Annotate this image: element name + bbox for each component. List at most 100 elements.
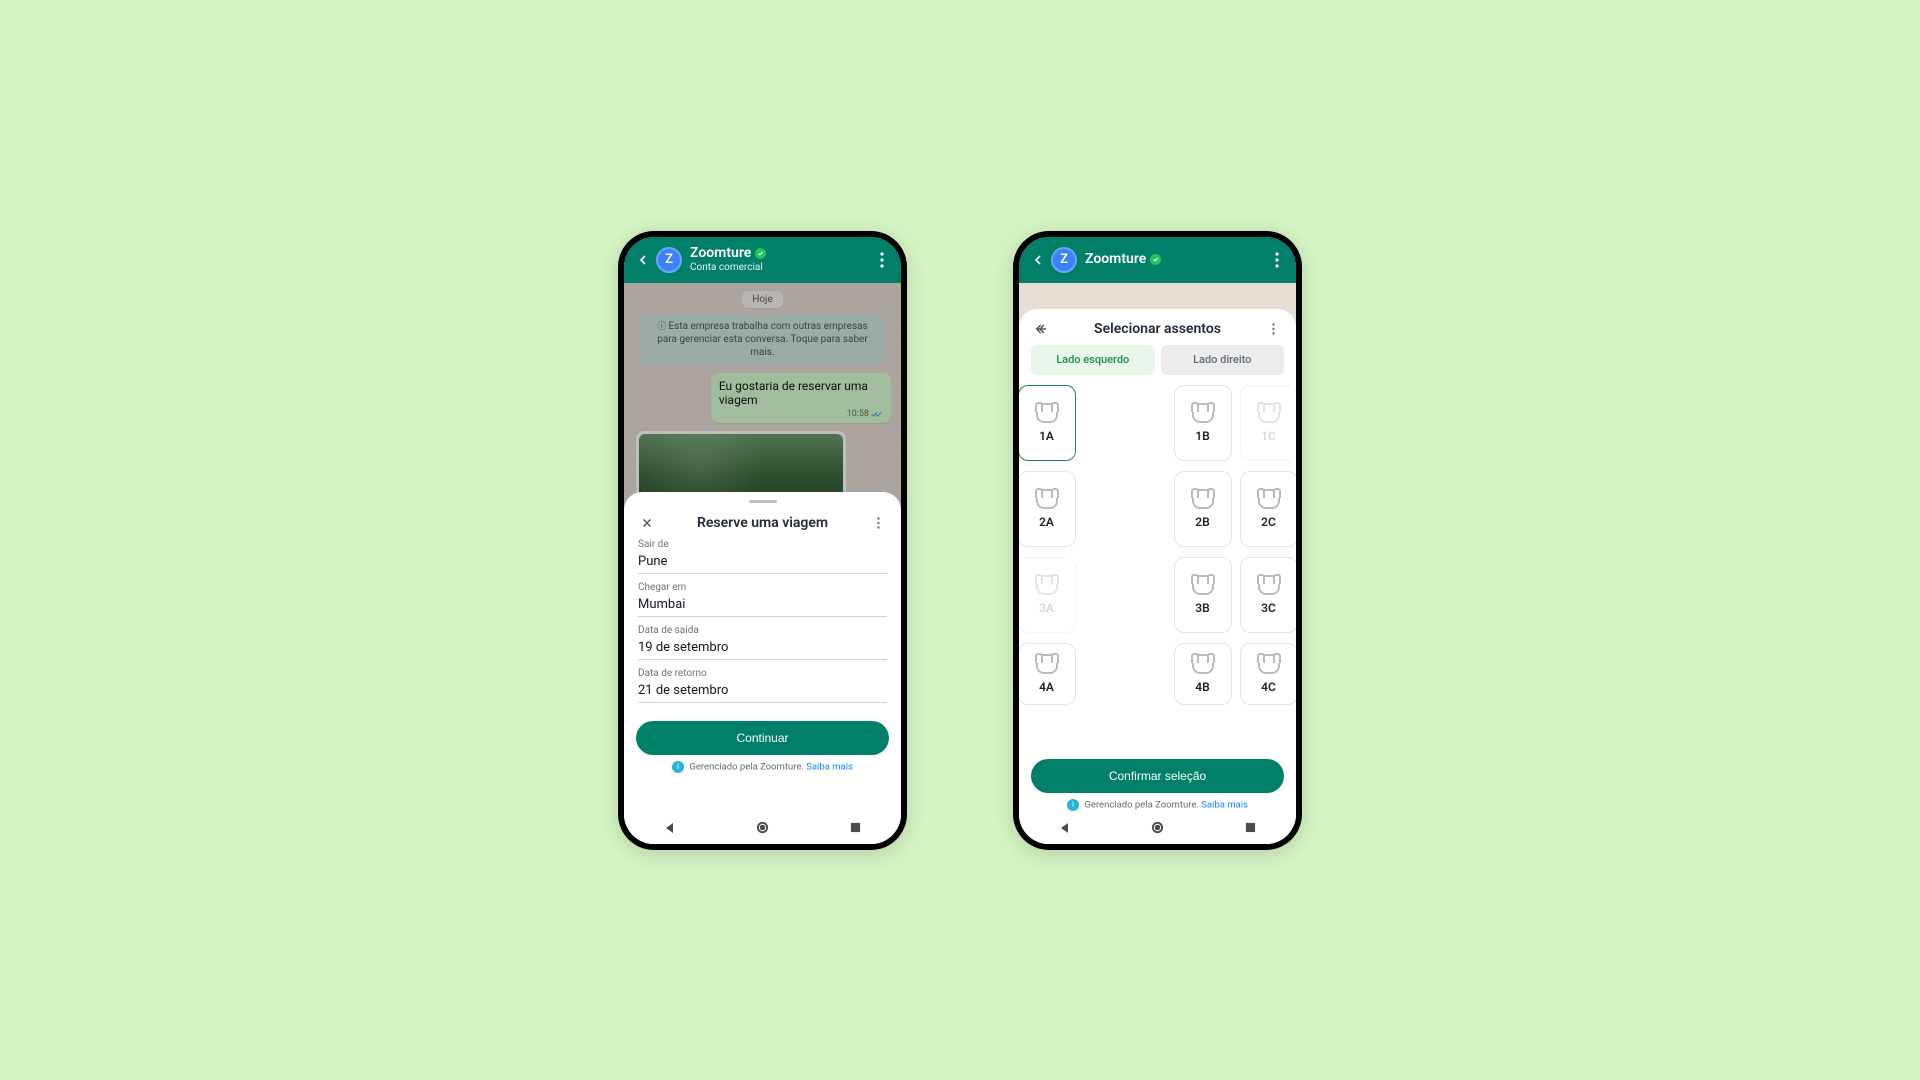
business-name: Zoomture bbox=[690, 246, 751, 261]
aisle bbox=[1084, 385, 1142, 461]
depart-from-value: Pune bbox=[638, 552, 887, 574]
depart-date-label: Data de saída bbox=[638, 625, 887, 636]
depart-date-field[interactable]: Data de saída 19 de setembro bbox=[638, 625, 887, 660]
seat-icon bbox=[1192, 489, 1214, 509]
avatar-initial: Z bbox=[665, 252, 673, 267]
return-date-value: 21 de setembro bbox=[638, 681, 887, 703]
seat-icon bbox=[1258, 575, 1280, 595]
circle-icon bbox=[1151, 821, 1164, 834]
continue-button-label: Continuar bbox=[736, 731, 788, 745]
triangle-left-icon bbox=[664, 822, 676, 834]
seat-2b[interactable]: 2B bbox=[1174, 471, 1232, 547]
confirm-button-label: Confirmar seleção bbox=[1109, 769, 1206, 783]
nav-back-button[interactable] bbox=[664, 822, 676, 834]
seat-2c[interactable]: 2C bbox=[1240, 471, 1297, 547]
seat-1b[interactable]: 1B bbox=[1174, 385, 1232, 461]
aisle-gap bbox=[1150, 643, 1166, 719]
seat-grid-scroll[interactable]: 1A 1B 1C bbox=[1019, 385, 1296, 753]
seat-label: 3A bbox=[1039, 601, 1054, 615]
more-vertical-icon bbox=[880, 252, 884, 268]
seat-1c: 1C bbox=[1240, 385, 1297, 461]
back-button[interactable] bbox=[1029, 252, 1047, 268]
back-button[interactable] bbox=[634, 252, 652, 268]
canvas: Z Zoomture Conta comercial Ho bbox=[0, 0, 1920, 1080]
nav-recent-button[interactable] bbox=[850, 822, 861, 833]
managed-by-row: i Gerenciado pela Zoomture. Saiba mais bbox=[624, 755, 901, 781]
managed-by-text: Gerenciado pela Zoomture. bbox=[689, 761, 804, 772]
seat-4b[interactable]: 4B bbox=[1174, 643, 1232, 705]
aisle-gap bbox=[1150, 557, 1166, 633]
tab-left-side[interactable]: Lado esquerdo bbox=[1031, 345, 1155, 375]
triangle-left-icon bbox=[1059, 822, 1071, 834]
sheet-more-button[interactable] bbox=[1262, 322, 1284, 336]
more-vertical-icon bbox=[877, 516, 880, 530]
info-icon: i bbox=[1067, 799, 1079, 811]
android-nav-bar bbox=[624, 812, 901, 844]
circle-icon bbox=[756, 821, 769, 834]
nav-home-button[interactable] bbox=[756, 821, 769, 834]
avatar-initial: Z bbox=[1060, 252, 1068, 267]
learn-more-link[interactable]: Saiba mais bbox=[1201, 799, 1248, 810]
nav-home-button[interactable] bbox=[1151, 821, 1164, 834]
sheet-header: Selecionar assentos bbox=[1019, 317, 1296, 343]
seat-label: 4C bbox=[1261, 680, 1276, 694]
booking-form: Sair de Pune Chegar em Mumbai Data de sa… bbox=[624, 537, 901, 715]
seat-3a: 3A bbox=[1019, 557, 1076, 633]
seat-label: 1C bbox=[1261, 429, 1276, 443]
phone-left-screen: Z Zoomture Conta comercial Ho bbox=[624, 237, 901, 844]
chat-area: Selecionar assentos Lado esquerdo Lado d… bbox=[1019, 283, 1296, 844]
header-more-button[interactable] bbox=[1268, 252, 1286, 268]
seat-icon bbox=[1258, 654, 1280, 674]
seat-icon bbox=[1258, 403, 1280, 423]
confirm-selection-button[interactable]: Confirmar seleção bbox=[1031, 759, 1284, 793]
phone-right-frame: Z Zoomture bbox=[1013, 231, 1302, 850]
sheet-title: Reserve uma viagem bbox=[658, 515, 867, 531]
seat-4a[interactable]: 4A bbox=[1019, 643, 1076, 705]
return-date-field[interactable]: Data de retorno 21 de setembro bbox=[638, 668, 887, 703]
arrive-at-label: Chegar em bbox=[638, 582, 887, 593]
more-vertical-icon bbox=[1272, 322, 1275, 336]
sheet-back-button[interactable] bbox=[1031, 321, 1053, 337]
arrow-left-icon bbox=[635, 252, 651, 268]
account-type-label: Conta comercial bbox=[690, 262, 873, 273]
seat-icon bbox=[1036, 489, 1058, 509]
aisle-gap bbox=[1150, 385, 1166, 461]
seat-label: 3B bbox=[1195, 601, 1209, 615]
continue-button[interactable]: Continuar bbox=[636, 721, 889, 755]
seat-label: 4A bbox=[1039, 680, 1054, 694]
close-sheet-button[interactable] bbox=[636, 516, 658, 530]
seat-icon bbox=[1036, 654, 1058, 674]
sheet-more-button[interactable] bbox=[867, 516, 889, 530]
learn-more-link[interactable]: Saiba mais bbox=[806, 761, 853, 772]
nav-recent-button[interactable] bbox=[1245, 822, 1256, 833]
chat-title-block[interactable]: Zoomture Conta comercial bbox=[690, 246, 873, 272]
square-icon bbox=[850, 822, 861, 833]
seat-4c[interactable]: 4C bbox=[1240, 643, 1297, 705]
arrive-at-value: Mumbai bbox=[638, 595, 887, 617]
seat-1a[interactable]: 1A bbox=[1019, 385, 1076, 461]
booking-sheet: Reserve uma viagem Sair de Pune Chegar e… bbox=[624, 492, 901, 844]
side-segmented-control: Lado esquerdo Lado direito bbox=[1031, 345, 1284, 375]
aisle-gap bbox=[1150, 471, 1166, 547]
seat-label: 4B bbox=[1195, 680, 1209, 694]
tab-right-side[interactable]: Lado direito bbox=[1161, 345, 1285, 375]
business-avatar[interactable]: Z bbox=[1051, 247, 1077, 273]
android-nav-bar bbox=[1019, 812, 1296, 844]
chat-header: Z Zoomture bbox=[1019, 237, 1296, 283]
header-more-button[interactable] bbox=[873, 252, 891, 268]
square-icon bbox=[1245, 822, 1256, 833]
sheet-drag-handle[interactable] bbox=[749, 500, 777, 503]
seat-3c[interactable]: 3C bbox=[1240, 557, 1297, 633]
business-avatar[interactable]: Z bbox=[656, 247, 682, 273]
depart-from-field[interactable]: Sair de Pune bbox=[638, 539, 887, 574]
verified-badge-icon bbox=[1150, 254, 1161, 265]
sheet-header: Reserve uma viagem bbox=[624, 511, 901, 537]
seat-3b[interactable]: 3B bbox=[1174, 557, 1232, 633]
seat-icon bbox=[1192, 575, 1214, 595]
close-icon bbox=[640, 516, 654, 530]
seat-2a[interactable]: 2A bbox=[1019, 471, 1076, 547]
arrive-at-field[interactable]: Chegar em Mumbai bbox=[638, 582, 887, 617]
nav-back-button[interactable] bbox=[1059, 822, 1071, 834]
seat-grid: 1A 1B 1C bbox=[1019, 385, 1296, 719]
chat-title-block[interactable]: Zoomture bbox=[1085, 252, 1268, 267]
